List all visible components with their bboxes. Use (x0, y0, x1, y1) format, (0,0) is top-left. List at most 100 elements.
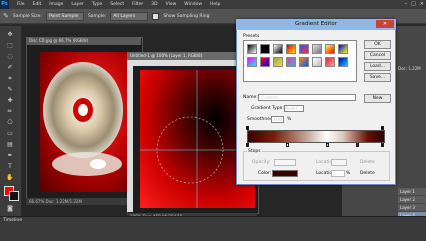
color-label: Color: (258, 171, 272, 176)
menu-window[interactable]: Window (184, 2, 202, 7)
menu-select[interactable]: Select (110, 2, 124, 7)
gradient-preset-swatch[interactable] (273, 44, 283, 54)
presets-grid (243, 40, 357, 82)
menu-layer[interactable]: Layer (71, 2, 84, 7)
color-stop[interactable] (381, 143, 384, 147)
layer-item[interactable]: Layer 1 (398, 188, 426, 195)
background-color-swatch[interactable] (9, 191, 19, 201)
close-window-button[interactable]: × (420, 1, 424, 7)
color-stop[interactable] (246, 143, 249, 147)
new-button[interactable]: New (364, 94, 391, 103)
eyedropper-icon[interactable]: ✎ (4, 85, 16, 94)
delete-color-stop[interactable]: Delete (360, 171, 375, 176)
opacity-label: Opacity: (252, 160, 271, 165)
gradient-preset-swatch[interactable] (299, 44, 309, 54)
smoothness-percent: % (287, 117, 292, 122)
vertical-ruler (127, 66, 133, 212)
maximize-button[interactable]: □ (411, 1, 416, 7)
gradient-preset-swatch[interactable] (286, 57, 296, 67)
gradient-preset-swatch[interactable] (273, 57, 283, 67)
panel-doc-info: Doc: 1.22M (398, 66, 421, 71)
menu-bar: Ps File Edit Image Layer Type Select Fil… (0, 0, 426, 9)
menu-help[interactable]: Help (210, 2, 220, 7)
opacity-input (274, 159, 296, 166)
marquee-tool-icon[interactable]: ⬚ (4, 41, 16, 50)
gradient-preset-swatch[interactable] (312, 57, 322, 67)
quick-select-tool-icon[interactable]: ✐ (4, 63, 16, 72)
crop-tool-icon[interactable]: ⌗ (4, 74, 16, 83)
color-stop[interactable] (326, 143, 329, 147)
color-stop[interactable] (286, 143, 289, 147)
disc-image-canvas[interactable] (40, 52, 140, 192)
hand-tool-icon[interactable]: ✋ (4, 173, 16, 182)
gradient-preset-swatch[interactable] (260, 57, 270, 67)
tools-panel: ✥ ⬚ ◌ ✐ ⌗ ✎ ✚ ✏ ⎔ ▭ ▤ ✒ T ✋ ◙ (0, 26, 21, 216)
gradient-preset-swatch[interactable] (247, 44, 257, 54)
color-stop[interactable] (356, 143, 359, 147)
menu-edit[interactable]: Edit (33, 2, 42, 7)
gradient-preset-swatch[interactable] (299, 57, 309, 67)
brush-tool-icon[interactable]: ✏ (4, 107, 16, 116)
delete-opacity-stop: Delete (360, 160, 375, 165)
show-ring-checkbox[interactable] (152, 12, 160, 20)
gradient-type-label: Gradient Type: (251, 106, 284, 111)
ok-button[interactable]: OK (364, 40, 391, 49)
sample-size-select[interactable]: Point Sample (45, 11, 84, 21)
menu-type[interactable]: Type (92, 2, 102, 7)
menu-file[interactable]: File (17, 2, 25, 7)
gradient-preset-swatch[interactable] (260, 44, 270, 54)
stamp-tool-icon[interactable]: ⎔ (4, 118, 16, 127)
menu-image[interactable]: Image (49, 2, 63, 7)
lasso-tool-icon[interactable]: ◌ (4, 52, 16, 61)
smoothness-input[interactable]: 100 (271, 116, 284, 123)
color-location-percent: % (346, 171, 351, 176)
document-tab-disc[interactable]: Disc CD.jpg @ 66.7% (RGB/8) (26, 37, 141, 45)
menu-view[interactable]: View (166, 2, 177, 7)
presets-label: Presets (243, 34, 260, 39)
stops-label: Stops (247, 149, 262, 154)
gradient-preset-swatch[interactable] (286, 44, 296, 54)
gradient-preset-swatch[interactable] (338, 57, 348, 67)
show-ring-label: Show Sampling Ring (163, 13, 210, 19)
gradient-preset-swatch[interactable] (325, 44, 335, 54)
cancel-button[interactable]: Cancel (364, 51, 391, 60)
cd-disc-graphic (43, 62, 123, 176)
load-button[interactable]: Load... (364, 62, 391, 71)
gradient-name-input[interactable]: Custom (258, 94, 356, 101)
photoshop-logo: Ps (0, 0, 9, 9)
pen-tool-icon[interactable]: ✒ (4, 151, 16, 160)
eraser-tool-icon[interactable]: ▭ (4, 129, 16, 138)
window-controls: – □ × (405, 1, 424, 7)
dialog-title: Gradient Editor (236, 19, 396, 30)
stops-group (243, 151, 390, 181)
quick-mask-icon[interactable]: ◙ (4, 204, 16, 213)
eyedropper-tool-icon[interactable]: ✎ (3, 12, 9, 20)
close-icon[interactable]: ✕ (376, 20, 394, 28)
type-tool-icon[interactable]: T (4, 162, 16, 171)
gradient-preview-bar[interactable] (247, 130, 385, 143)
opacity-location-input (331, 159, 347, 166)
sample-label: Sample: (87, 13, 107, 19)
move-tool-icon[interactable]: ✥ (4, 30, 16, 39)
save-button[interactable]: Save... (364, 73, 391, 82)
menu-3d[interactable]: 3D (151, 2, 157, 7)
gradient-preset-swatch[interactable] (312, 44, 322, 54)
layer-item[interactable]: Layer 2 (398, 196, 426, 203)
layer-item[interactable]: Layer 3 (398, 204, 426, 211)
sample-size-label: Sample Size: (12, 13, 42, 19)
gradient-preset-swatch[interactable] (338, 44, 348, 54)
sample-select[interactable]: All Layers (110, 11, 149, 21)
doc1-status-bar: 66.67% Doc: 1.22M/1.22M (26, 198, 141, 205)
gradient-preset-swatch[interactable] (325, 57, 335, 67)
menu-filter[interactable]: Filter (132, 2, 143, 7)
gradient-type-select[interactable]: Solid (284, 105, 304, 112)
stop-color-swatch[interactable] (272, 170, 298, 177)
gradient-preset-swatch[interactable] (247, 57, 257, 67)
color-location-input[interactable] (331, 170, 345, 177)
timeline-panel (0, 216, 426, 241)
minimize-button[interactable]: – (405, 1, 408, 7)
timeline-label[interactable]: Timeline (3, 218, 22, 223)
healing-tool-icon[interactable]: ✚ (4, 96, 16, 105)
gradient-tool-icon[interactable]: ▤ (4, 140, 16, 149)
name-label: Name: (243, 95, 258, 100)
